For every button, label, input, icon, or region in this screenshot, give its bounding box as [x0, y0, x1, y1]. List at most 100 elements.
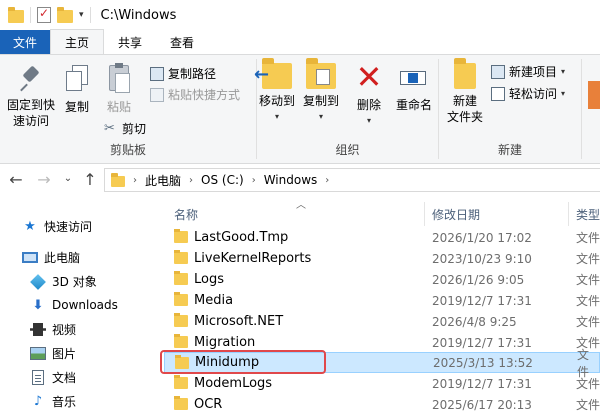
move-to-icon: ←: [254, 58, 292, 89]
column-header-type[interactable]: 类型: [576, 206, 600, 223]
column-divider[interactable]: [424, 202, 425, 226]
file-modified: 2025/3/13 13:52: [433, 355, 533, 370]
nav-item-downloads[interactable]: ⬇ Downloads: [30, 297, 118, 313]
delete-button[interactable]: ✕ 删除 ▾: [353, 61, 385, 129]
delete-x-icon: ✕: [355, 58, 383, 96]
new-item-icon: [491, 64, 505, 79]
breadcrumb-os-c[interactable]: OS (C:): [201, 173, 244, 187]
copy-path-icon: [150, 66, 164, 81]
paste-label: 粘贴: [106, 100, 131, 114]
new-folder-button[interactable]: 新建 文件夹: [441, 58, 489, 125]
nav-item-videos[interactable]: 视频: [30, 321, 76, 338]
back-arrow-icon[interactable]: ←: [6, 170, 26, 189]
nav-item-music[interactable]: ♪ 音乐: [30, 393, 76, 410]
pin-label-line2: 速访问: [12, 114, 49, 128]
chevron-down-icon: ▾: [561, 67, 566, 76]
cut-button[interactable]: ✂ 剪切: [104, 120, 146, 137]
new-item-button[interactable]: 新建项目 ▾: [491, 63, 565, 80]
file-row[interactable]: Microsoft.NET 2026/4/8 9:25 文件: [164, 311, 600, 332]
file-type: 文件: [576, 252, 600, 266]
file-row-selected[interactable]: Minidump 2025/3/13 13:52 文件: [164, 348, 600, 379]
copy-to-button[interactable]: 复制到 ▾: [301, 58, 341, 125]
pin-to-quick-access-button[interactable]: 固定到快 速访问: [4, 65, 58, 129]
nav-item-pictures[interactable]: 图片: [30, 345, 76, 362]
nav-item-documents[interactable]: 文档: [30, 369, 76, 386]
column-header-name[interactable]: 名称: [174, 206, 198, 223]
up-arrow-icon[interactable]: ↑: [80, 170, 100, 189]
forward-arrow-icon[interactable]: →: [34, 170, 54, 189]
nav-item-label: 快速访问: [44, 220, 93, 234]
clipboard-group-label: 剪贴板: [109, 143, 146, 157]
nav-item-3d-objects[interactable]: 3D 对象: [30, 273, 97, 290]
new-folder-label-line1: 新建: [452, 94, 477, 108]
file-name: Minidump: [195, 355, 260, 370]
chevron-right-icon[interactable]: ›: [252, 175, 256, 186]
move-to-button[interactable]: ← 移动到 ▾: [254, 58, 297, 125]
divider: [581, 59, 582, 159]
file-row[interactable]: LastGood.Tmp 2026/1/20 17:02 文件: [164, 227, 600, 248]
file-name: Media: [194, 293, 234, 308]
file-name: Migration: [194, 335, 256, 350]
copy-button[interactable]: 复制: [60, 65, 94, 115]
pin-icon: [20, 65, 42, 93]
documents-icon: [30, 370, 46, 386]
chevron-down-icon: ▾: [274, 112, 279, 121]
nav-item-label: 此电脑: [44, 251, 81, 265]
paste-shortcut-button[interactable]: 粘贴快捷方式: [150, 86, 240, 103]
properties-icon[interactable]: [37, 6, 51, 23]
chevron-right-icon[interactable]: ›: [133, 175, 137, 186]
column-header-modified[interactable]: 修改日期: [432, 206, 480, 223]
file-row[interactable]: Logs 2026/1/26 9:05 文件: [164, 269, 600, 290]
divider: [89, 7, 91, 23]
file-name: LiveKernelReports: [194, 251, 312, 266]
folder-icon: [174, 375, 188, 389]
file-name: Microsoft.NET: [194, 314, 284, 329]
tab-share[interactable]: 共享: [104, 30, 156, 54]
paste-icon: [106, 63, 132, 95]
breadcrumb-this-pc[interactable]: 此电脑: [145, 172, 181, 189]
folder-icon: [8, 6, 24, 23]
file-row[interactable]: Migration 2019/12/7 17:31 文件: [164, 332, 600, 353]
address-bar[interactable]: › 此电脑 › OS (C:) › Windows ›: [104, 168, 600, 192]
copy-path-button[interactable]: 复制路径: [150, 65, 216, 82]
nav-item-label: 图片: [52, 347, 77, 361]
video-icon: [30, 322, 46, 338]
file-row[interactable]: ModemLogs 2019/12/7 17:31 文件: [164, 373, 600, 394]
file-row[interactable]: Media 2019/12/7 17:31 文件: [164, 290, 600, 311]
file-type: 文件: [576, 273, 600, 287]
recent-locations-chevron-icon[interactable]: ⌄: [58, 173, 78, 184]
file-modified: 2019/12/7 17:31: [432, 293, 532, 308]
file-row[interactable]: LiveKernelReports 2023/10/23 9:10 文件: [164, 248, 600, 269]
easy-access-button[interactable]: 轻松访问 ▾: [491, 85, 565, 102]
new-folder-icon[interactable]: [57, 6, 73, 23]
file-name: OCR: [194, 397, 223, 412]
folder-icon: [174, 396, 188, 410]
column-divider[interactable]: [568, 202, 569, 226]
navigation-bar: ← → ⌄ ↑ › 此电脑 › OS (C:) › Windows ›: [0, 164, 600, 196]
nav-item-quick-access[interactable]: ★ 快速访问: [22, 218, 92, 235]
tab-home[interactable]: 主页: [50, 29, 105, 54]
file-modified: 2023/10/23 9:10: [432, 251, 532, 266]
copy-to-label: 复制到: [302, 94, 339, 108]
tab-file[interactable]: 文件: [0, 30, 51, 54]
file-row[interactable]: OCR 2025/6/17 20:13 文件: [164, 394, 600, 415]
new-item-label: 新建项目: [509, 65, 558, 79]
copy-to-icon: [306, 58, 336, 89]
chevron-right-icon[interactable]: ›: [325, 175, 329, 186]
folder-icon: [111, 172, 125, 187]
paste-button[interactable]: 粘贴: [100, 63, 138, 115]
file-type: 文件: [576, 231, 600, 245]
breadcrumb-windows[interactable]: Windows: [264, 173, 318, 187]
copy-path-label: 复制路径: [168, 67, 217, 81]
tab-view[interactable]: 查看: [156, 30, 208, 54]
delete-label: 删除: [356, 98, 381, 112]
nav-item-this-pc[interactable]: 此电脑: [22, 249, 80, 266]
title-bar: ▾ C:\Windows: [0, 0, 600, 30]
open-group-icon[interactable]: [588, 81, 600, 109]
chevron-down-icon: ▾: [561, 89, 566, 98]
rename-button[interactable]: 重命名: [391, 63, 437, 113]
paste-shortcut-icon: [150, 87, 164, 102]
star-icon: ★: [24, 219, 36, 234]
customize-toolbar-dropdown-icon[interactable]: ▾: [79, 10, 84, 20]
chevron-right-icon[interactable]: ›: [189, 175, 193, 186]
